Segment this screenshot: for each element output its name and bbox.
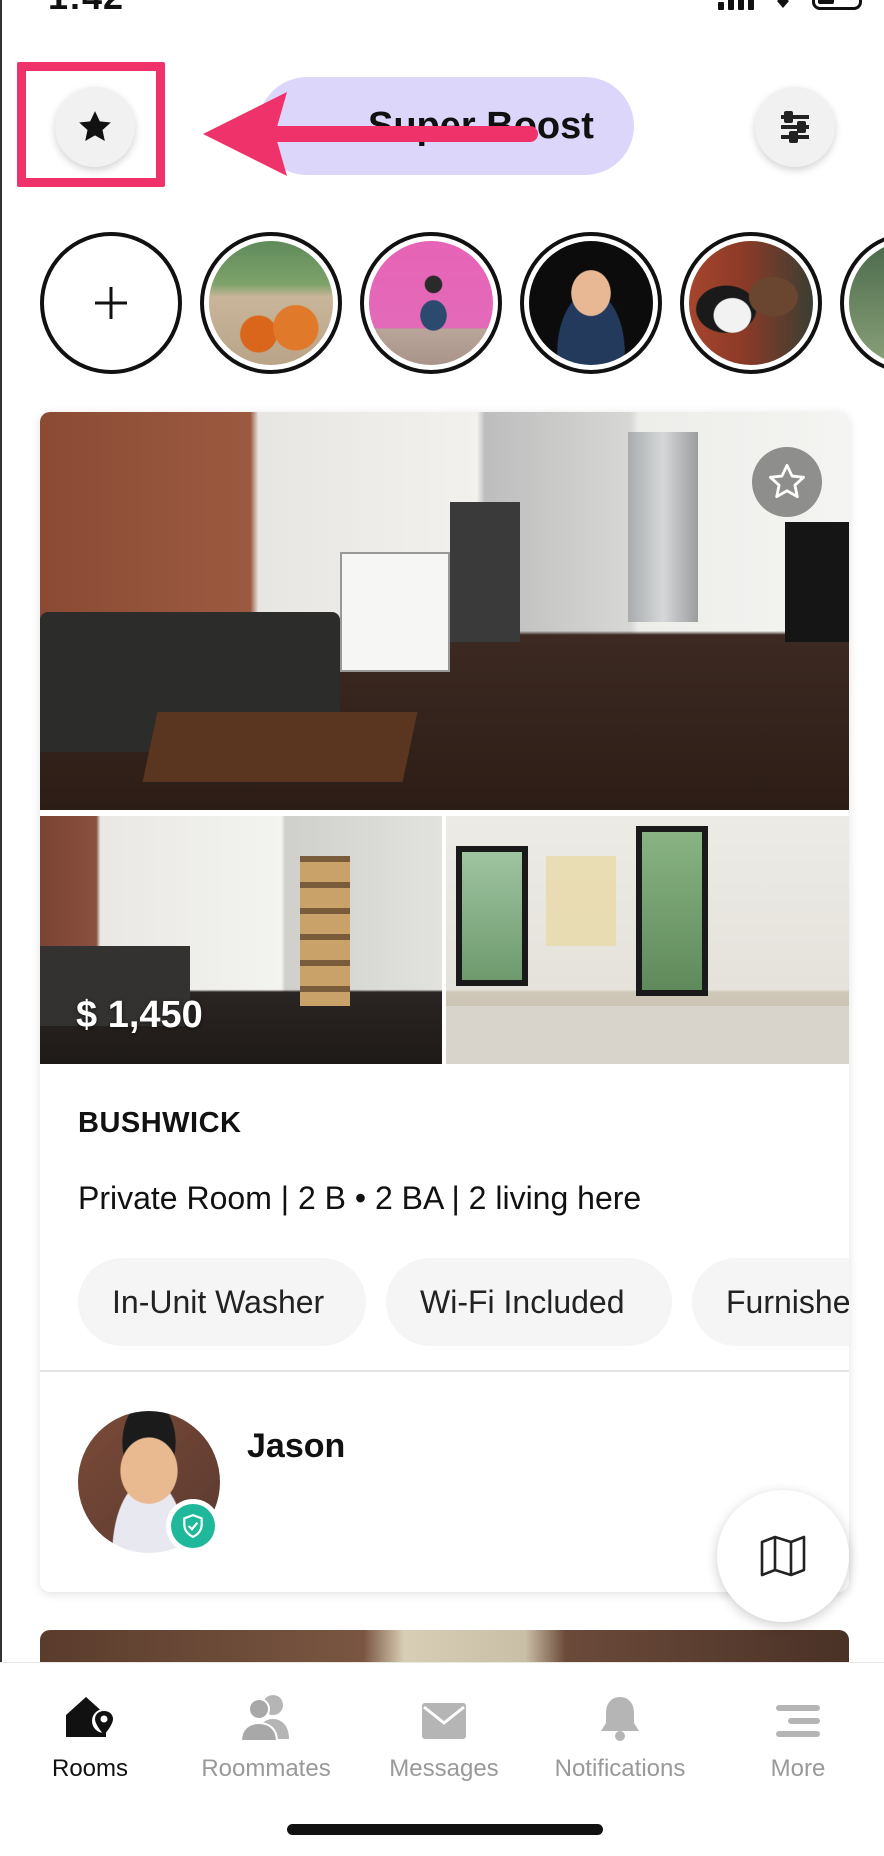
tab-notifications[interactable]: Notifications bbox=[532, 1683, 708, 1793]
amenity-chip: In-Unit Washer bbox=[78, 1258, 366, 1346]
amenity-chip: Wi-Fi Included bbox=[386, 1258, 672, 1346]
tab-more[interactable]: More bbox=[710, 1683, 884, 1793]
star-outline-icon bbox=[768, 463, 806, 499]
wifi-icon bbox=[777, 0, 789, 8]
shield-check-icon bbox=[183, 1514, 203, 1539]
tab-label: Rooms bbox=[51, 1755, 129, 1782]
table-shape bbox=[142, 712, 418, 782]
amenity-chip: Furnished bbox=[692, 1258, 849, 1346]
home-pin-icon bbox=[66, 1697, 116, 1737]
add-story-button[interactable] bbox=[40, 232, 182, 374]
save-listing-button[interactable] bbox=[752, 447, 822, 517]
story-avatar-5[interactable] bbox=[840, 232, 884, 374]
story-photo bbox=[529, 241, 653, 365]
story-photo bbox=[849, 241, 884, 365]
listing-neighborhood: BUSHWICK bbox=[78, 1107, 242, 1139]
star-filled-icon bbox=[79, 111, 111, 141]
verified-badge bbox=[166, 1499, 220, 1553]
bell-icon bbox=[601, 1697, 639, 1741]
tab-label: Messages bbox=[389, 1755, 499, 1782]
app-screen: 1:42 Super Boost bbox=[0, 0, 884, 1856]
window-shape bbox=[636, 826, 708, 996]
annotation-arrow bbox=[203, 92, 538, 176]
bookshelf-shape bbox=[300, 856, 350, 1006]
listing-price: $ 1,450 bbox=[76, 994, 203, 1036]
menu-icon bbox=[776, 1705, 820, 1737]
tab-rooms[interactable]: Rooms bbox=[2, 1683, 178, 1793]
battery-icon bbox=[812, 0, 862, 10]
story-avatar-2[interactable] bbox=[360, 232, 502, 374]
status-icons bbox=[718, 0, 862, 10]
device-edge bbox=[0, 0, 2, 1856]
tab-roommates[interactable]: Roommates bbox=[178, 1683, 354, 1793]
signal-icon bbox=[718, 0, 754, 10]
host-name: Jason bbox=[247, 1427, 346, 1465]
tv-shape bbox=[785, 522, 849, 642]
story-photo bbox=[689, 241, 813, 365]
room-listing-card[interactable]: $ 1,450 BUSHWICK Private Room | 2 B • 2 … bbox=[40, 412, 849, 1592]
tab-label: Roommates bbox=[201, 1755, 331, 1782]
story-avatar-4[interactable] bbox=[680, 232, 822, 374]
poster-shape bbox=[546, 856, 616, 946]
listing-main-photo[interactable] bbox=[40, 412, 849, 810]
status-bar: 1:42 bbox=[0, 0, 884, 26]
stove-shape bbox=[450, 502, 520, 642]
home-indicator[interactable] bbox=[287, 1824, 603, 1835]
bed-shape bbox=[446, 1006, 849, 1064]
envelope-icon bbox=[422, 1703, 466, 1739]
story-photo bbox=[209, 241, 333, 365]
plus-icon bbox=[95, 287, 127, 319]
story-photo bbox=[369, 241, 493, 365]
tab-label: More bbox=[770, 1755, 826, 1782]
listing-room-info: Private Room | 2 B • 2 BA | 2 living her… bbox=[78, 1180, 642, 1216]
fridge-shape bbox=[628, 432, 698, 622]
sliders-icon bbox=[781, 111, 809, 143]
counter-shape bbox=[340, 552, 450, 672]
tab-messages[interactable]: Messages bbox=[356, 1683, 532, 1793]
story-avatar-1[interactable] bbox=[200, 232, 342, 374]
people-icon bbox=[239, 1695, 289, 1741]
map-view-button[interactable] bbox=[717, 1490, 849, 1622]
tab-label: Notifications bbox=[554, 1755, 686, 1782]
window-shape bbox=[456, 846, 528, 986]
card-divider bbox=[40, 1370, 849, 1372]
listing-photo-3[interactable] bbox=[446, 816, 849, 1064]
stories-row bbox=[40, 232, 884, 374]
favorites-button[interactable] bbox=[55, 87, 135, 167]
map-icon bbox=[760, 1535, 806, 1577]
amenity-chips: In-Unit Washer Wi-Fi Included Furnished bbox=[78, 1258, 849, 1348]
story-avatar-3[interactable] bbox=[520, 232, 662, 374]
status-time: 1:42 bbox=[48, 0, 124, 18]
filters-button[interactable] bbox=[755, 87, 835, 167]
